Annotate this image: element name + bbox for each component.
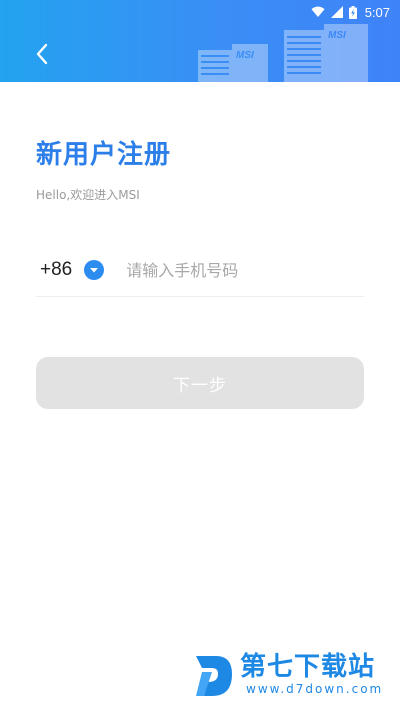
- country-code-dropdown[interactable]: [84, 260, 105, 280]
- watermark-text: 第七下载站 www.d7down.com: [240, 652, 383, 696]
- battery-icon: [348, 5, 357, 19]
- phone-number-input[interactable]: [126, 260, 327, 280]
- back-button[interactable]: [28, 40, 56, 68]
- chevron-down-icon: [90, 267, 99, 272]
- watermark: 第七下载站 www.d7down.com: [192, 652, 392, 708]
- page-title: 新用户注册: [36, 140, 172, 170]
- country-code[interactable]: +86: [40, 259, 72, 281]
- watermark-title: 第七下载站: [240, 652, 376, 682]
- wifi-icon: [311, 6, 325, 17]
- phone-input-row: +86: [36, 244, 364, 297]
- svg-text:MSI: MSI: [328, 30, 346, 41]
- signal-icon: [330, 6, 343, 18]
- buildings-decoration: MSI MSI: [198, 24, 368, 82]
- chevron-left-icon: [36, 43, 48, 65]
- header-bar: MSI MSI 5:07: [0, 0, 400, 82]
- status-time: 5:07: [364, 4, 390, 20]
- status-bar: 5:07: [311, 2, 390, 22]
- welcome-subtitle: Hello,欢迎进入MSI: [36, 188, 140, 202]
- svg-text:MSI: MSI: [236, 50, 254, 61]
- watermark-url: www.d7down.com: [246, 682, 384, 696]
- next-step-button[interactable]: 下一步: [36, 357, 364, 409]
- d7-logo-icon: [196, 656, 232, 696]
- register-screen: MSI MSI 5:07 新用户注册 Hello,欢迎进入MSI +86 请输入…: [0, 0, 400, 710]
